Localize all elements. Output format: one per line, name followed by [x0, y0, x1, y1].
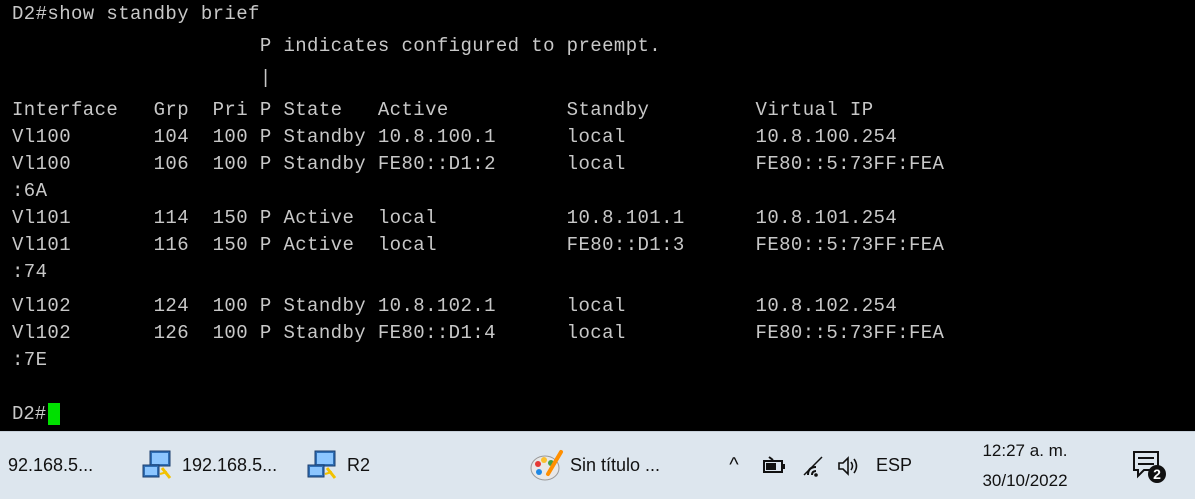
- taskbar: 92.168.5... 192.168.5... R2 Sin título .…: [0, 431, 1195, 499]
- clock[interactable]: 12:27 a. m. 30/10/2022: [970, 436, 1080, 496]
- terminal-line: Vl101 114 150 P Active local 10.8.101.1 …: [12, 207, 898, 229]
- clock-date: 30/10/2022: [982, 471, 1068, 490]
- terminal-line: Interface Grp Pri P State Active Standby…: [12, 99, 874, 121]
- taskbar-item-session-2[interactable]: 192.168.5...: [140, 432, 277, 499]
- text-cursor: [48, 403, 61, 425]
- language-indicator[interactable]: ESP: [876, 455, 912, 476]
- show-hidden-icons-chevron[interactable]: ^: [720, 454, 748, 477]
- terminal-line: Vl100 106 100 P Standby FE80::D1:2 local…: [12, 153, 945, 175]
- terminal-line: :74: [12, 261, 48, 283]
- taskbar-item-r2[interactable]: R2: [305, 432, 370, 499]
- terminal-line: Vl102 124 100 P Standby 10.8.102.1 local…: [12, 295, 898, 317]
- terminal-line: D2#show standby brief: [12, 3, 260, 25]
- terminal-window[interactable]: D2#show standby brief P indicates config…: [0, 0, 1195, 431]
- terminal-prompt: D2#: [12, 403, 47, 425]
- terminal-line: Vl101 116 150 P Active local FE80::D1:3 …: [12, 234, 945, 256]
- notification-icon: 2: [1133, 451, 1166, 483]
- taskbar-item-paint[interactable]: Sin título ...: [528, 432, 660, 499]
- wifi-icon[interactable]: [802, 455, 826, 477]
- system-tray: ^ ESP: [720, 432, 912, 499]
- taskbar-item-label: Sin título ...: [570, 455, 661, 475]
- terminal-line: |: [12, 67, 272, 89]
- taskbar-item-label: 192.168.5...: [182, 455, 278, 475]
- clock-time: 12:27 a. m.: [982, 441, 1068, 460]
- terminal-line: :7E: [12, 349, 48, 371]
- network-computer-icon: [142, 450, 172, 479]
- speaker-icon[interactable]: [836, 455, 862, 477]
- taskbar-item-label: 92.168.5...: [8, 455, 94, 475]
- terminal-line: P indicates configured to preempt.: [12, 35, 662, 57]
- battery-icon[interactable]: [762, 455, 788, 477]
- taskbar-item-session-1[interactable]: 92.168.5...: [8, 432, 93, 499]
- paint-icon: [530, 449, 563, 480]
- notification-center-button[interactable]: 2: [1130, 446, 1170, 486]
- network-computer-icon: [307, 450, 337, 479]
- notification-count: 2: [1153, 466, 1161, 482]
- taskbar-item-label: R2: [347, 455, 371, 475]
- terminal-line: Vl102 126 100 P Standby FE80::D1:4 local…: [12, 322, 945, 344]
- terminal-prompt-line[interactable]: D2#: [12, 402, 61, 426]
- terminal-line: :6A: [12, 180, 48, 202]
- terminal-line: Vl100 104 100 P Standby 10.8.100.1 local…: [12, 126, 898, 148]
